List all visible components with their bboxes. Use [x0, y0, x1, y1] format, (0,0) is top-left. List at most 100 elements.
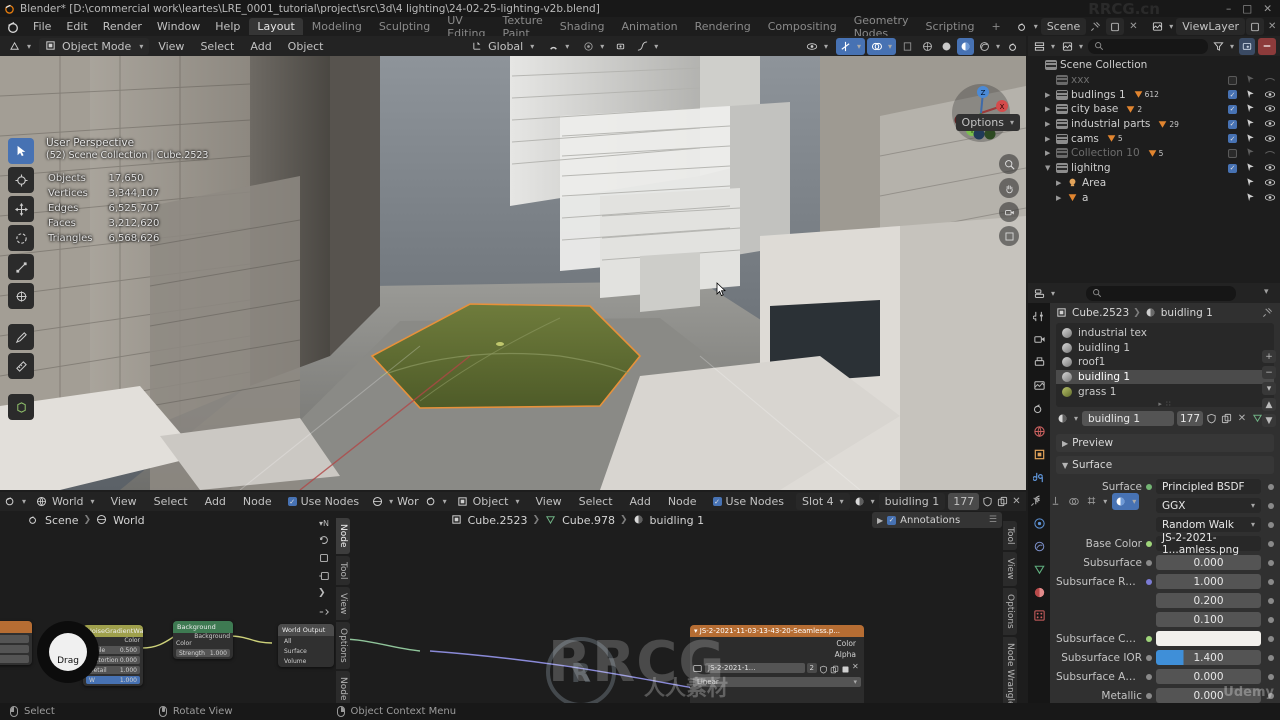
property-output-dot[interactable]	[1268, 578, 1274, 585]
show-overlays-toggle[interactable]	[866, 37, 896, 55]
close-button[interactable]: ✕	[1263, 3, 1272, 15]
property-field-value[interactable]: Random Walk ▾	[1156, 517, 1261, 532]
property-socket-dot[interactable]	[1146, 559, 1152, 566]
rotate-tool-button[interactable]	[8, 225, 34, 251]
new-view-layer-button[interactable]	[1246, 18, 1265, 35]
property-socket-dot[interactable]	[1146, 578, 1152, 585]
property-field-value[interactable]: 1.400	[1156, 650, 1261, 665]
outliner-row[interactable]: ▶ industrial parts 29 ✓	[1028, 117, 1280, 132]
right-tab-tool[interactable]: Tool	[1003, 521, 1017, 551]
left-tab-node-wrangler[interactable]: Node Wrangler	[336, 671, 350, 703]
outliner-exclude-checkbox[interactable]: ✓	[1228, 119, 1237, 129]
outliner-selectable-icon[interactable]	[1245, 177, 1256, 189]
outliner-row[interactable]: xxx	[1028, 73, 1280, 88]
viewport-menu-view[interactable]: View	[151, 38, 191, 55]
right-shader-type-dropdown[interactable]: Object	[451, 493, 526, 510]
menu-help[interactable]: Help	[208, 18, 247, 35]
workspace-tab-modeling[interactable]: Modeling	[304, 18, 370, 35]
editor-type-icon[interactable]	[4, 38, 37, 55]
duplicate-material-icon[interactable]	[1221, 413, 1233, 425]
node-tools-icon[interactable]	[318, 606, 330, 618]
viewport-shading-options-icon[interactable]	[1005, 38, 1022, 55]
node-field-strength[interactable]: Strength 1.000	[176, 649, 230, 657]
image-unlink-icon[interactable]: ✕	[852, 662, 861, 674]
outliner-selectable-icon[interactable]	[1245, 133, 1256, 145]
outliner-new-collection-button[interactable]	[1239, 37, 1255, 55]
material-users-count[interactable]: 177	[1176, 411, 1203, 426]
left-tab-node[interactable]: Node	[336, 518, 350, 554]
minimize-button[interactable]: –	[1226, 3, 1231, 15]
node-output-input-volume[interactable]: Volume	[281, 658, 331, 665]
material-slot-list[interactable]: industrial tex buidling 1 roof1 buidling 1g…	[1056, 323, 1274, 408]
outliner-twisty[interactable]: ▶	[1056, 194, 1067, 202]
property-socket-dot[interactable]	[1146, 692, 1152, 699]
material-slot-row[interactable]: buidling 1	[1056, 369, 1274, 385]
node-shading-preview-icon[interactable]	[1112, 493, 1140, 510]
left-tab-view[interactable]: View	[336, 586, 350, 621]
tab-scene-icon[interactable]	[1031, 400, 1047, 416]
node-background-output[interactable]: Background	[173, 633, 233, 640]
node-output-input-surface[interactable]: Surface	[281, 648, 331, 655]
view-layer-browse-icon[interactable]	[1146, 18, 1175, 35]
tab-tool-icon[interactable]	[1031, 308, 1047, 324]
right-menu-add[interactable]: Add	[623, 493, 658, 510]
tab-world-icon[interactable]	[1031, 423, 1047, 439]
remove-view-layer-icon[interactable]: ✕	[1268, 21, 1280, 33]
xray-toggle[interactable]	[898, 38, 917, 55]
snapping-magnet-icon[interactable]	[542, 38, 575, 55]
outliner-visibility-eye-icon[interactable]	[1264, 162, 1276, 174]
workspace-tab-sculpting[interactable]: Sculpting	[371, 18, 438, 35]
node-field-w[interactable]: W 1.000	[86, 676, 140, 684]
workspace-tab-animation[interactable]: Animation	[613, 18, 685, 35]
shading-material-preview-icon[interactable]	[956, 37, 974, 55]
image-duplicate-icon[interactable]	[830, 664, 839, 673]
annotations-panel[interactable]: ▶ ✓ Annotations ☰	[872, 512, 1002, 528]
property-socket-dot[interactable]	[1146, 635, 1152, 642]
property-output-dot[interactable]	[1268, 654, 1274, 661]
add-material-slot-button[interactable]: +	[1262, 350, 1276, 363]
outliner-visibility-eye-icon[interactable]	[1264, 89, 1276, 101]
right-menu-view[interactable]: View	[528, 493, 568, 510]
property-output-dot[interactable]	[1268, 559, 1274, 566]
outliner-visibility-eye-icon[interactable]	[1264, 147, 1276, 159]
visibility-icon[interactable]	[800, 38, 834, 55]
property-field-value[interactable]: 0.100	[1156, 612, 1261, 627]
left-use-nodes-checkbox[interactable]: ✓ Use Nodes	[282, 493, 366, 510]
outliner-exclude-checkbox[interactable]: ✓	[1228, 90, 1237, 100]
property-output-dot[interactable]	[1268, 692, 1274, 699]
pivot-point-icon[interactable]	[612, 38, 629, 55]
property-output-dot[interactable]	[1268, 635, 1274, 642]
link-node-icon[interactable]	[318, 570, 330, 582]
scale-tool-button[interactable]	[8, 254, 34, 280]
node-partial-field-1[interactable]	[0, 635, 29, 643]
outliner-visibility-eye-icon[interactable]	[1264, 192, 1276, 204]
copy-node-icon[interactable]	[318, 552, 330, 564]
outliner-visibility-eye-icon[interactable]	[1264, 177, 1276, 189]
add-cube-tool-button[interactable]	[8, 394, 34, 420]
move-tool-button[interactable]	[8, 196, 34, 222]
properties-editor-type-icon[interactable]	[1032, 285, 1057, 302]
move-slot-down-button[interactable]: ▼	[1262, 414, 1276, 427]
tab-constraints-icon[interactable]	[1031, 538, 1047, 554]
shading-solid-icon[interactable]	[938, 38, 955, 55]
tab-render-icon[interactable]	[1031, 331, 1047, 347]
image-node-output-alpha[interactable]: Alpha	[690, 648, 864, 659]
workspace-tab-shading[interactable]: Shading	[552, 18, 613, 35]
right-tab-options[interactable]: Options	[1003, 587, 1017, 635]
outliner-display-mode-icon[interactable]	[1060, 38, 1085, 55]
workspace-tab-scripting[interactable]: Scripting	[918, 18, 983, 35]
pin-id-icon[interactable]	[1262, 307, 1274, 319]
3d-viewport[interactable]: User Perspective (52) Scene Collection |…	[0, 56, 1026, 490]
outliner-selectable-icon[interactable]	[1245, 192, 1256, 204]
property-field-value[interactable]: JS-2-2021-1...amless.png	[1156, 532, 1261, 556]
node-output-input-all[interactable]: All	[281, 638, 331, 645]
expand-sidebar-icon[interactable]: ❯	[318, 588, 330, 600]
scene-name-field[interactable]: Scene	[1040, 18, 1087, 35]
menu-edit[interactable]: Edit	[59, 18, 94, 35]
property-field-value[interactable]: 0.200	[1156, 593, 1261, 608]
tab-view-layer-icon[interactable]	[1031, 377, 1047, 393]
image-users-count[interactable]: 2	[806, 663, 817, 673]
outliner-selectable-icon[interactable]	[1245, 147, 1256, 159]
property-output-dot[interactable]	[1268, 673, 1274, 680]
browse-material-icon[interactable]	[1056, 410, 1079, 427]
